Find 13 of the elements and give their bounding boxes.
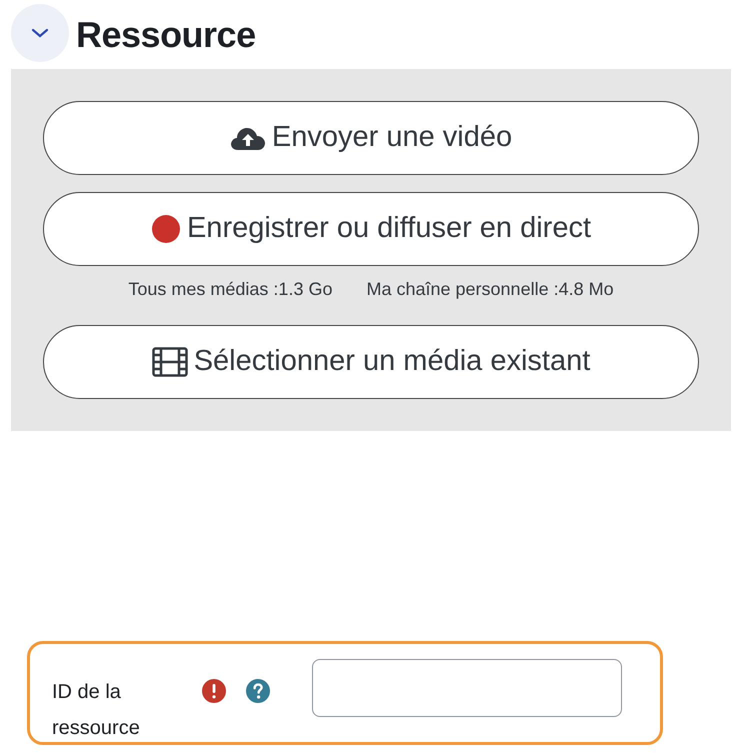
record-dot-icon xyxy=(150,214,181,244)
quota-text: Tous mes médias :1.3 Go xyxy=(128,278,332,301)
media-button[interactable]: Sélectionner un média existant xyxy=(43,325,699,399)
field-label: ID de la ressource xyxy=(52,680,141,741)
media-button[interactable]: Envoyer une vidéo xyxy=(43,101,699,175)
chevron-down-icon xyxy=(31,27,49,39)
media-button[interactable]: Enregistrer ou diffuser en direct xyxy=(43,192,699,266)
section-title: Ressource xyxy=(76,12,256,56)
quota-text: Ma chaîne personnelle :4.8 Mo xyxy=(366,278,614,301)
film-icon xyxy=(152,347,188,377)
cloud-upload-icon xyxy=(230,125,266,151)
help-icon[interactable] xyxy=(246,679,270,703)
text-input-field[interactable] xyxy=(312,659,622,717)
